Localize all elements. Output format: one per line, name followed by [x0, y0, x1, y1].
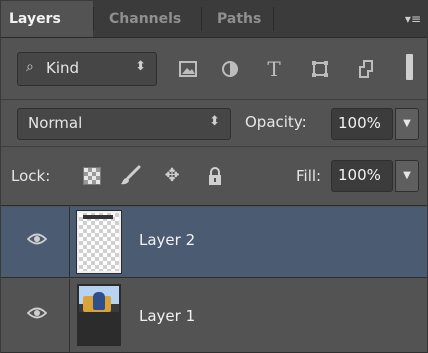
- tab-paths[interactable]: Paths: [209, 1, 269, 37]
- filter-toggle-switch[interactable]: [406, 54, 413, 80]
- fill-value: 100%: [338, 166, 381, 184]
- panel-tab-bar: Layers Channels Paths ▾≡: [1, 1, 427, 38]
- tab-divider: [273, 7, 274, 31]
- fill-label: Fill:: [296, 167, 322, 185]
- tab-layers[interactable]: Layers: [1, 1, 93, 37]
- tab-divider: [93, 7, 94, 31]
- blend-mode-value: Normal: [28, 114, 83, 132]
- eye-icon[interactable]: [26, 305, 48, 325]
- lock-position-icon[interactable]: ✥: [161, 165, 183, 187]
- filter-kind-label: Kind: [46, 59, 80, 77]
- blend-mode-select[interactable]: Normal ⬍: [17, 108, 231, 140]
- shape-filter-icon[interactable]: [310, 60, 330, 78]
- blend-row: Normal ⬍ Opacity: 100% ▼: [1, 101, 427, 147]
- fill-input[interactable]: 100%: [331, 160, 393, 192]
- layers-panel: Layers Channels Paths ▾≡ ⌕ Kind ⬍ T Norm…: [0, 0, 428, 353]
- search-icon: ⌕: [26, 59, 34, 75]
- layer-row[interactable]: Layer 2: [1, 207, 427, 278]
- tab-divider: [201, 7, 202, 31]
- layer-name[interactable]: Layer 1: [139, 307, 195, 325]
- adjustment-filter-icon[interactable]: [220, 60, 240, 78]
- smart-object-filter-icon[interactable]: [356, 60, 376, 78]
- tab-channels[interactable]: Channels: [101, 1, 189, 37]
- layer-name[interactable]: Layer 2: [139, 231, 195, 249]
- layer-thumbnail[interactable]: [76, 210, 122, 274]
- spin-arrows-icon: ⬍: [135, 59, 146, 74]
- visibility-column-divider: [69, 279, 70, 352]
- layer-thumbnail[interactable]: [77, 284, 121, 346]
- fill-dropdown-button[interactable]: ▼: [395, 160, 419, 192]
- eye-icon[interactable]: [26, 231, 48, 251]
- panel-menu-icon[interactable]: ▾≡: [401, 11, 421, 27]
- lock-label: Lock:: [11, 167, 51, 185]
- opacity-input[interactable]: 100%: [331, 108, 393, 140]
- filter-kind-select[interactable]: ⌕ Kind ⬍: [17, 52, 157, 86]
- visibility-column-divider: [69, 207, 70, 277]
- opacity-label: Opacity:: [245, 113, 307, 131]
- spin-arrows-icon: ⬍: [209, 114, 220, 129]
- type-filter-icon[interactable]: T: [264, 59, 284, 79]
- image-filter-icon[interactable]: [178, 60, 198, 78]
- lock-row: Lock: ✥ Fill: 100% ▼: [1, 148, 427, 206]
- lock-transparent-pixels-icon[interactable]: [81, 165, 103, 187]
- opacity-dropdown-button[interactable]: ▼: [395, 108, 419, 140]
- filter-row: ⌕ Kind ⬍ T: [1, 38, 427, 100]
- opacity-value: 100%: [338, 114, 381, 132]
- layers-list: Layer 2 Layer 1: [1, 207, 427, 353]
- lock-image-pixels-icon[interactable]: [119, 165, 141, 187]
- lock-all-icon[interactable]: [204, 165, 226, 187]
- layer-row[interactable]: Layer 1: [1, 279, 427, 353]
